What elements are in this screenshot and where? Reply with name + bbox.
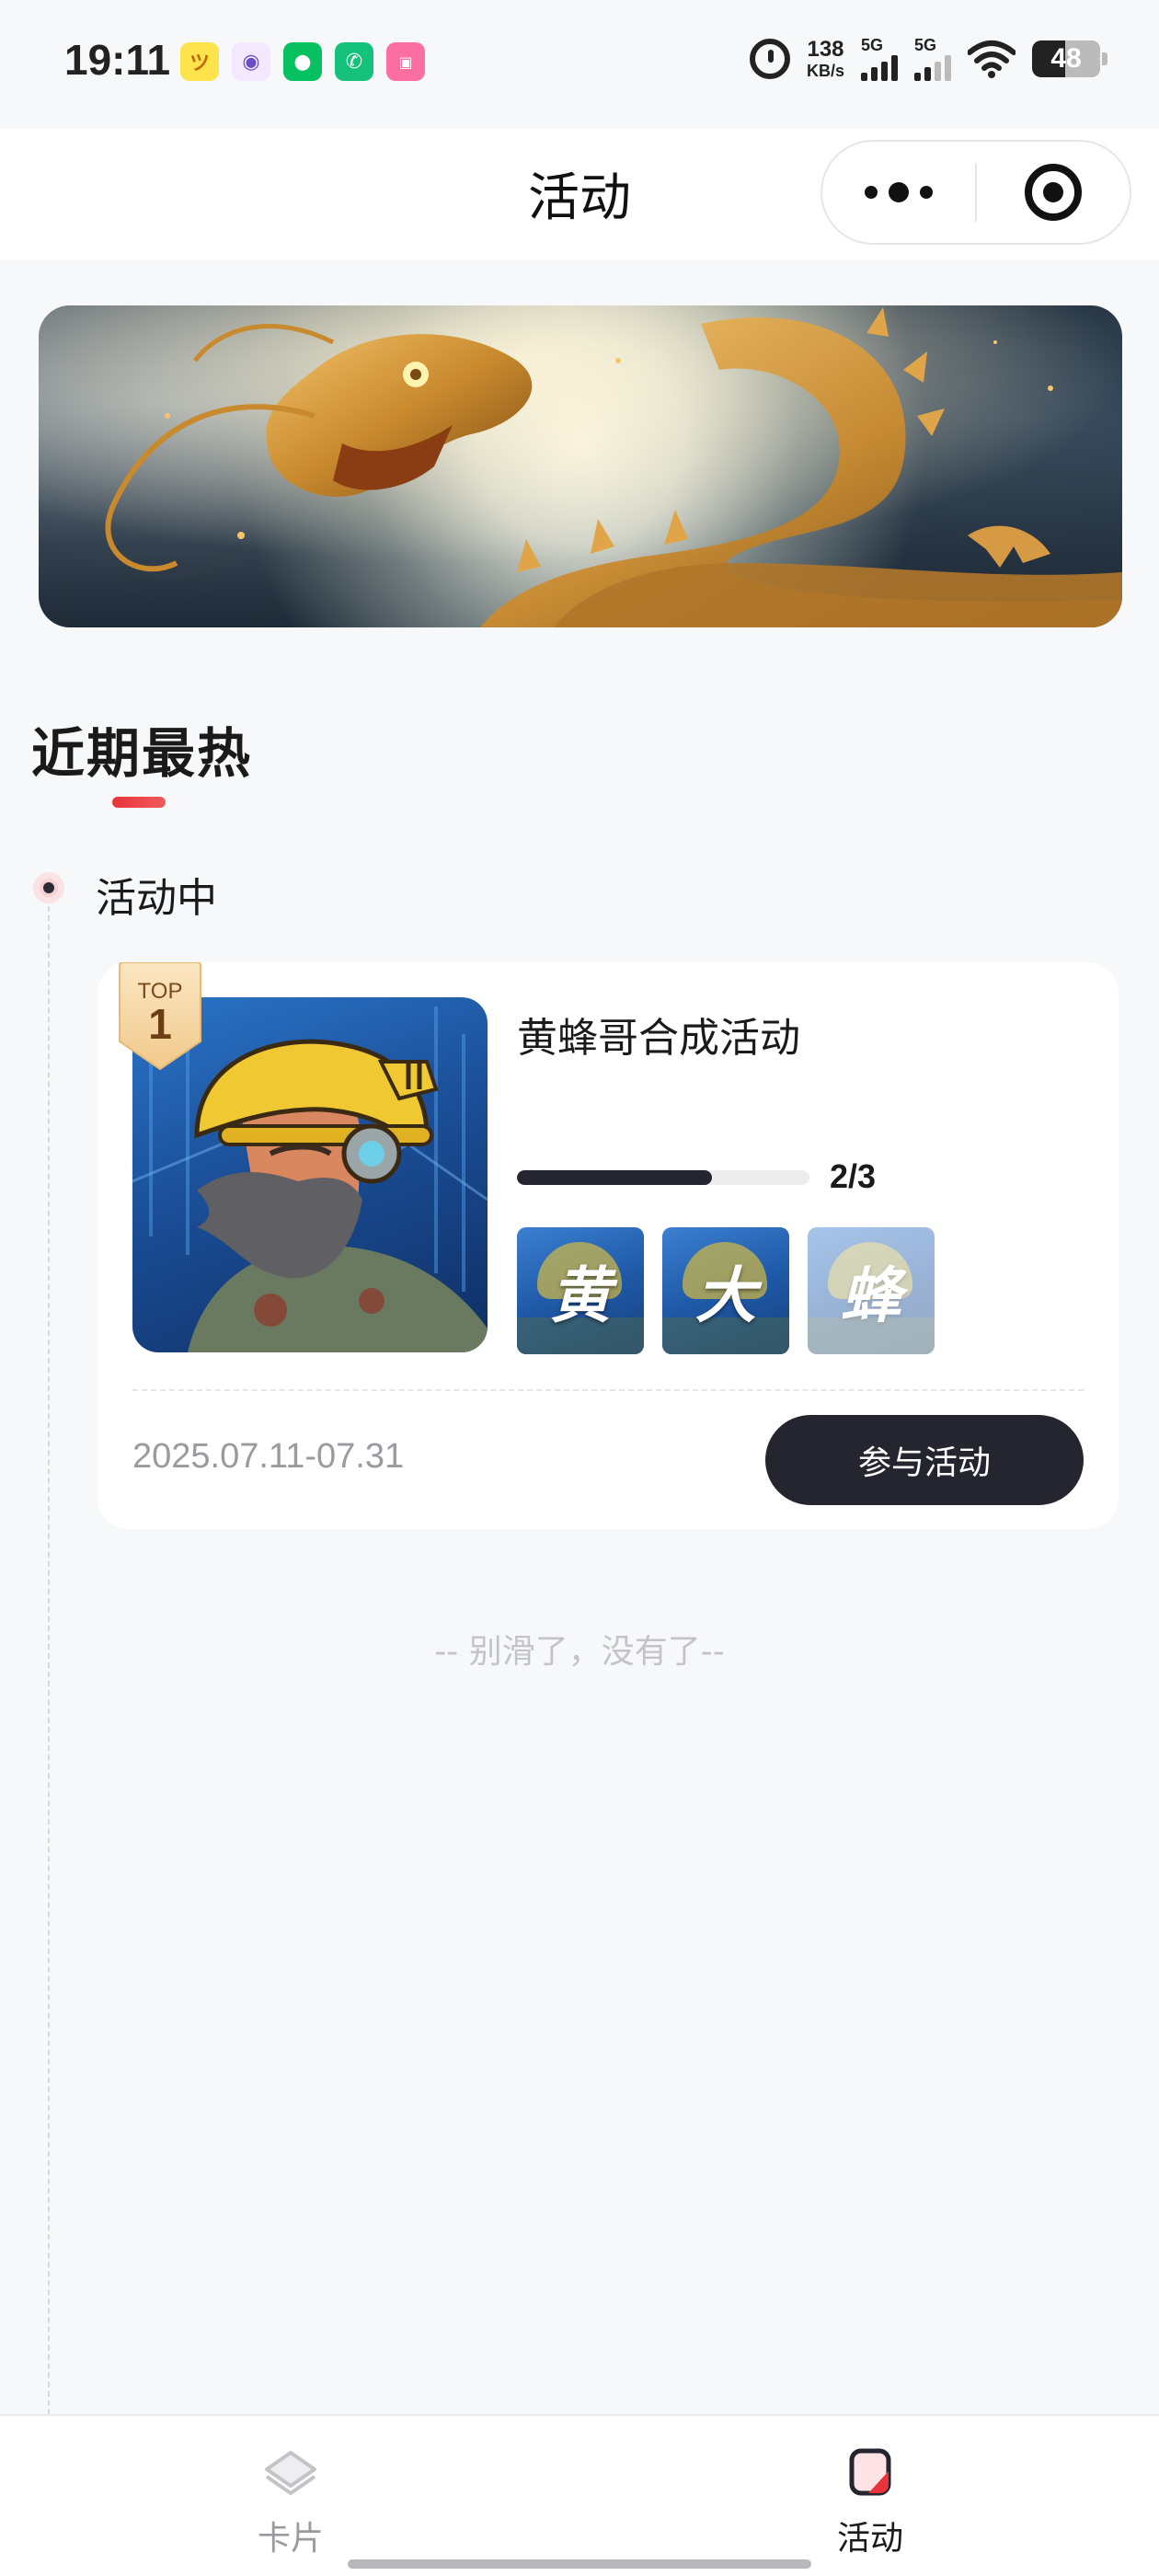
card-stack-icon bbox=[265, 2451, 316, 2495]
bilibili-icon: ▣ bbox=[386, 42, 425, 81]
sim2-label: 5G bbox=[914, 36, 937, 54]
progress-fill bbox=[517, 1170, 713, 1185]
battery-level: 48 bbox=[1050, 43, 1082, 74]
target-icon bbox=[1025, 164, 1082, 221]
character-text: 黄 bbox=[550, 1260, 611, 1331]
signal-sim1-icon: 5G bbox=[861, 37, 898, 81]
activity-icon bbox=[849, 2448, 891, 2496]
timeline-dot-icon bbox=[33, 872, 64, 903]
rank-number: 1 bbox=[148, 1000, 172, 1048]
dragon-illustration bbox=[39, 305, 1122, 627]
miniprogram-capsule bbox=[820, 140, 1131, 245]
kid-app-icon: ツ bbox=[180, 42, 219, 81]
activity-card[interactable]: TOP 1 黄蜂哥合成活动 2/3 黄 大 蜂 2025.07.11-07.31… bbox=[98, 962, 1119, 1529]
network-speed-unit: KB/s bbox=[806, 62, 844, 80]
banner-image[interactable] bbox=[39, 305, 1122, 627]
activity-title: 黄蜂哥合成活动 bbox=[517, 1015, 800, 1062]
battery-icon: 48 bbox=[1032, 40, 1107, 77]
join-activity-button[interactable]: 参与活动 bbox=[765, 1415, 1084, 1505]
tab-activity[interactable]: 活动 bbox=[778, 2444, 962, 2559]
network-speed-value: 138 bbox=[807, 37, 844, 62]
close-miniprogram-button[interactable] bbox=[977, 164, 1130, 221]
activity-date-range: 2025.07.11-07.31 bbox=[132, 1437, 405, 1476]
astronaut-app-icon: ◉ bbox=[232, 42, 270, 81]
phone-app-icon: ✆ bbox=[335, 42, 373, 81]
timeline-status-label: 活动中 bbox=[96, 875, 217, 922]
home-indicator[interactable] bbox=[348, 2559, 811, 2569]
status-bar: 19:11 ツ ◉ ● ✆ ▣ 138 KB/s 5G 5G 48 bbox=[0, 0, 1159, 129]
tab-cards-label: 卡片 bbox=[257, 2520, 324, 2558]
status-time: 19:11 bbox=[64, 36, 171, 84]
progress-bar bbox=[517, 1170, 809, 1185]
sim1-label: 5G bbox=[861, 36, 884, 54]
section-title: 近期最热 bbox=[31, 722, 253, 785]
progress-text: 2/3 bbox=[830, 1157, 877, 1195]
notification-icons: ツ ◉ ● ✆ ▣ bbox=[180, 42, 425, 81]
wifi-icon bbox=[968, 40, 1016, 78]
top-rank-badge: TOP 1 bbox=[112, 962, 208, 1071]
wechat-icon: ● bbox=[283, 42, 322, 81]
character-text: 大 bbox=[695, 1260, 756, 1331]
alarm-icon bbox=[749, 39, 790, 79]
character-text: 蜂 bbox=[841, 1260, 901, 1331]
signal-sim2-icon: 5G bbox=[914, 37, 951, 81]
card-divider bbox=[132, 1389, 1084, 1391]
character-card-locked: 蜂 bbox=[808, 1227, 935, 1354]
more-button[interactable] bbox=[822, 182, 975, 202]
nav-bar: 活动 bbox=[0, 129, 1159, 259]
tab-cards[interactable]: 卡片 bbox=[199, 2444, 383, 2559]
tab-activity-label: 活动 bbox=[836, 2520, 903, 2558]
tab-bar: 卡片 活动 bbox=[0, 2414, 1159, 2576]
section-underline bbox=[112, 797, 166, 808]
list-end-text: -- 别滑了，没有了-- bbox=[434, 1633, 725, 1671]
network-speed: 138 KB/s bbox=[806, 37, 844, 80]
collectible-characters: 黄 大 蜂 bbox=[517, 1227, 935, 1354]
character-card: 大 bbox=[662, 1227, 789, 1354]
character-card: 黄 bbox=[517, 1227, 644, 1354]
